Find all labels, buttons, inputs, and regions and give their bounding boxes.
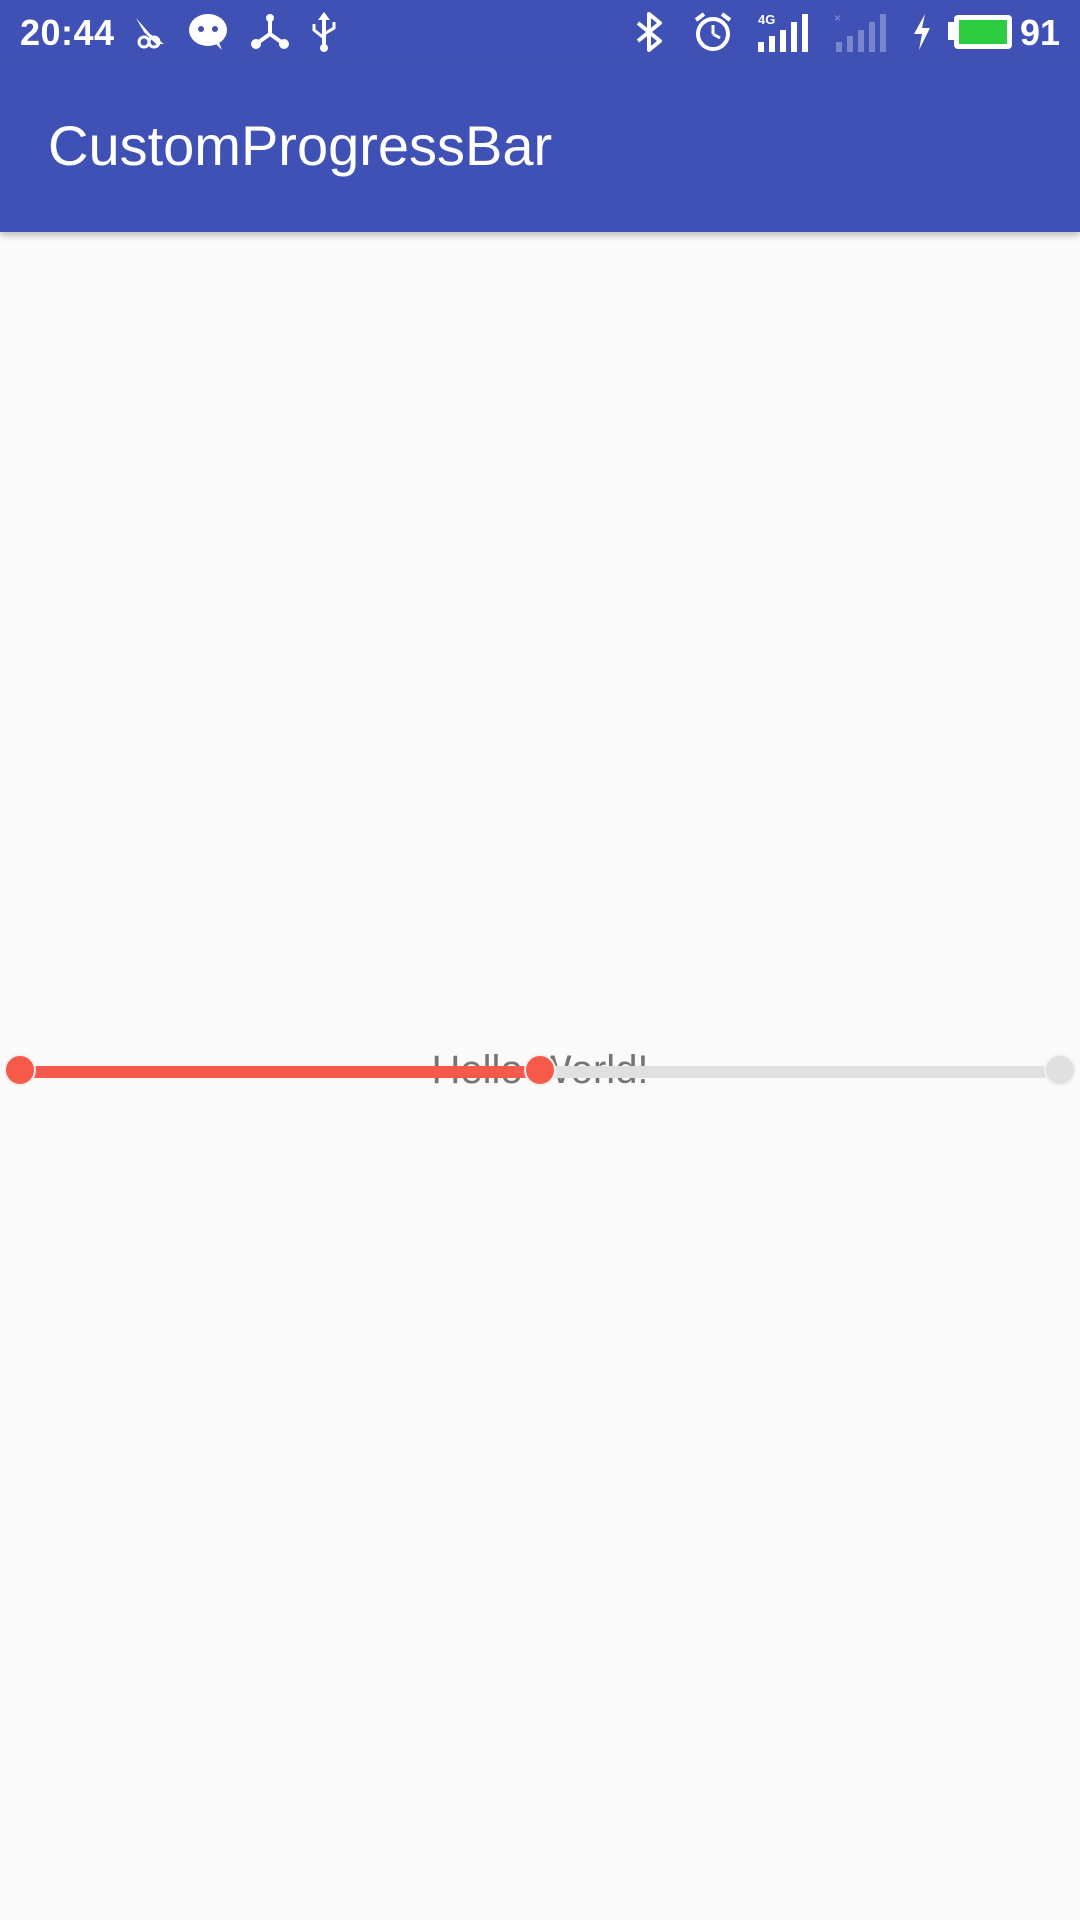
alarm-icon — [694, 12, 732, 51]
progress-start-dot — [4, 1054, 36, 1086]
signal-4g-icon: 4G — [758, 12, 808, 52]
progress-thumb[interactable] — [524, 1054, 556, 1086]
progress-end-dot — [1044, 1054, 1076, 1086]
wechat-icon — [189, 14, 227, 50]
custom-progress-bar[interactable] — [0, 1052, 1080, 1092]
share-network-icon — [251, 14, 289, 49]
signal-empty-icon: × — [834, 12, 886, 52]
main-content: Hello World! — [0, 232, 1080, 1920]
bluetooth-icon — [636, 12, 662, 52]
usb-icon — [312, 12, 336, 52]
svg-text:×: × — [834, 12, 841, 25]
status-time: 20:44 — [20, 12, 115, 53]
status-bar: 20:44 4G × 91 — [0, 0, 1080, 64]
notification-app-icon — [136, 18, 164, 49]
app-bar: CustomProgressBar — [0, 64, 1080, 232]
progress-fill — [20, 1066, 540, 1078]
network-label: 4G — [758, 12, 775, 27]
battery-percent: 91 — [1020, 12, 1061, 53]
app-title: CustomProgressBar — [48, 114, 553, 177]
battery-icon — [948, 15, 1012, 49]
charging-bolt-icon — [914, 14, 930, 50]
